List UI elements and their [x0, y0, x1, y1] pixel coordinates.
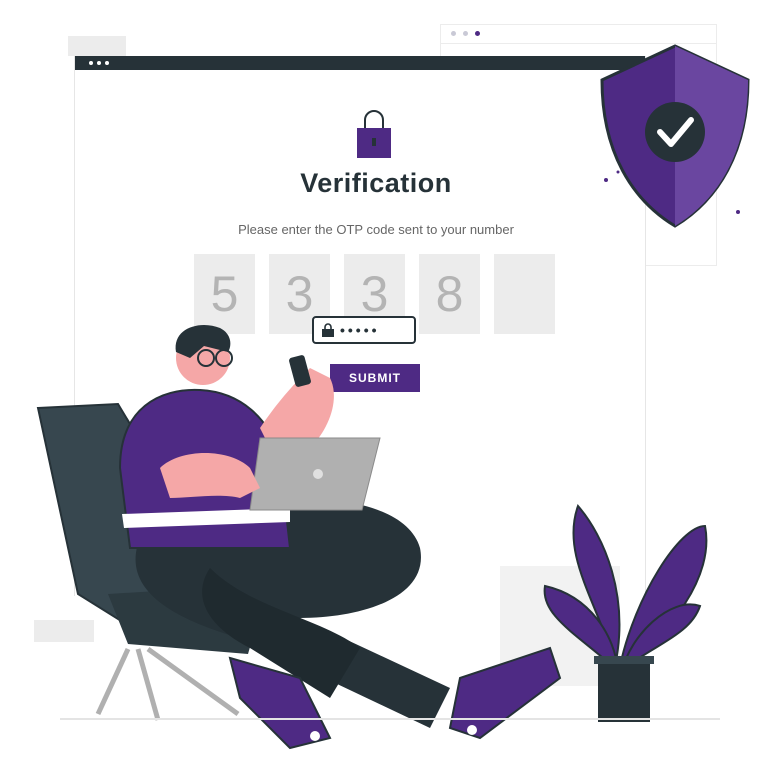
placeholder-block: [68, 36, 126, 56]
password-mask: •••••: [340, 322, 380, 338]
password-bubble: •••••: [312, 316, 416, 344]
verification-illustration: Verification Please enter the OTP code s…: [0, 0, 772, 768]
lock-icon: [322, 323, 334, 337]
shield-check-icon: [600, 44, 750, 228]
browser-titlebar: [75, 56, 645, 70]
person-with-phone: [118, 325, 562, 750]
floor-line: [60, 718, 720, 720]
padlock-icon: [357, 110, 391, 158]
